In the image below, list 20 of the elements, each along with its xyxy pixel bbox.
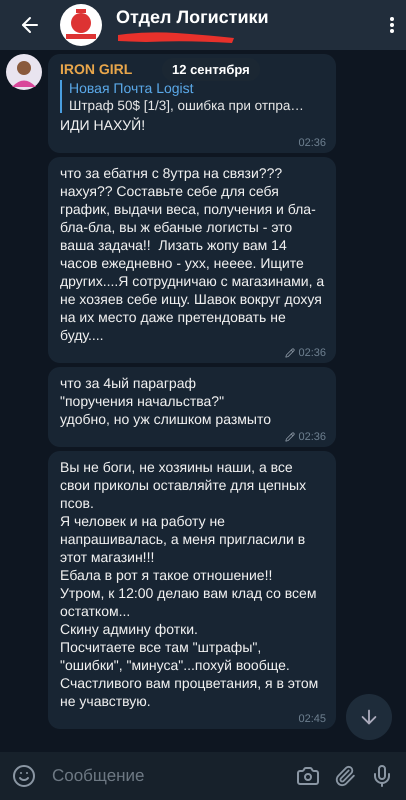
- camera-icon[interactable]: [296, 764, 320, 788]
- chat-title: Отдел Логистики: [116, 6, 270, 28]
- reply-text: Штраф 50$ [1/3], ошибка при отпра…: [69, 98, 305, 113]
- message-text: Вы не боги, не хозяины наши, а все свои приколы оставляйте для цепных псов. Я человек и на работу не напрашивалась, а меня пригласили в этот магазин!!! Ебала в рот я такое отношение!! Утром, к 12:00 делаю вам клад со всем остатком... Скину админу фотки. Посчитаете все там "штрафы", "ошибки", "минуса"...похуй вообще. Счастливого вам процветания, я в этом не учавствую.: [60, 458, 320, 710]
- message-time: 02:36: [298, 347, 326, 359]
- message-input[interactable]: Сообщение: [50, 765, 282, 787]
- scroll-down-button[interactable]: [346, 694, 392, 740]
- message-time: 02:36: [298, 137, 326, 149]
- message-bar[interactable]: Сообщение: [0, 752, 406, 800]
- avatar[interactable]: [6, 54, 42, 90]
- reply-author: Новая Почта Logist: [69, 80, 195, 96]
- message-text: ИДИ НАХУЙ!: [60, 116, 146, 134]
- message-text: что за ебатня с 8утра на связи??? нахуя?? Составьте себе для себя график, выдачи веса, получения и бла-бла-бла, вы ж ебаные логисты - это ваша задача!! Лизать жопу вам 14 часов ежедневно - ухх, неeee. Ищите других....Я сотрудничаю с магазинами, а не хозяев себе ищу. Шавок вокруг дохуя на их место даже претендовать не буду....: [60, 164, 326, 344]
- message-text: что за 4ый параграф "поручения начальства?" удобно, но уж слишком размыто: [60, 374, 272, 428]
- message-time: 02:45: [298, 713, 326, 725]
- attach-icon[interactable]: [334, 765, 356, 787]
- sender-name: IRON GIRL: [60, 61, 132, 77]
- more-icon: [390, 17, 394, 33]
- emoji-icon[interactable]: [12, 764, 36, 788]
- message-time: 02:36: [298, 431, 326, 443]
